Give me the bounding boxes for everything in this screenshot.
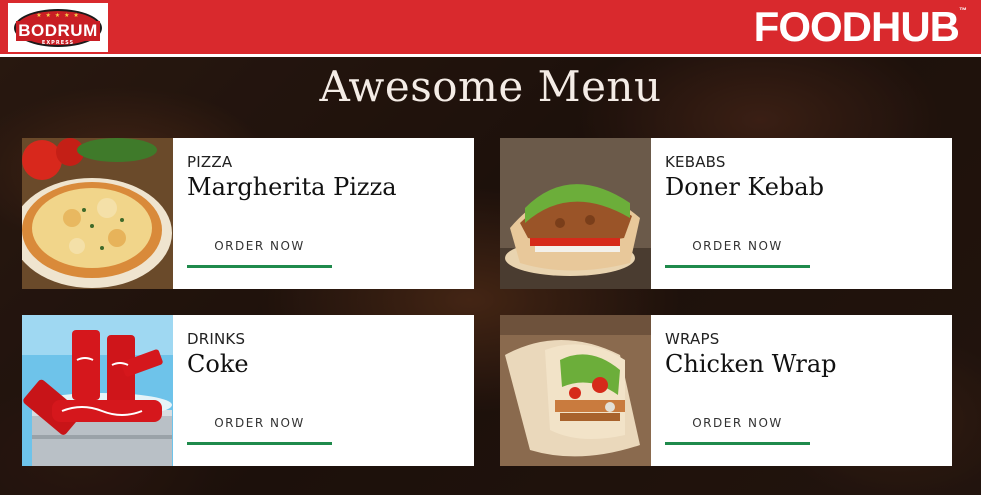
menu-card-pizza: PIZZA Margherita Pizza ORDER NOW <box>22 138 474 289</box>
card-item-name: Chicken Wrap <box>665 350 837 378</box>
card-category: KEBABS <box>665 153 726 171</box>
order-now-button[interactable]: ORDER NOW <box>187 411 332 445</box>
logo-brand-sub: EXPRESS <box>41 40 75 46</box>
logo-stars: ★ ★ ★ ★ ★ <box>36 12 80 19</box>
card-category: DRINKS <box>187 330 246 348</box>
card-category: PIZZA <box>187 153 233 171</box>
bodrum-logo[interactable]: ★ ★ ★ ★ ★ BODRUM EXPRESS <box>8 3 108 52</box>
coke-card-body: DRINKS Coke ORDER NOW <box>187 315 467 466</box>
menu-card-wrap: WRAPS Chicken Wrap ORDER NOW <box>500 315 952 466</box>
pizza-card-body: PIZZA Margherita Pizza ORDER NOW <box>187 138 467 289</box>
wrap-image[interactable] <box>500 315 651 466</box>
foodhub-wordmark: FOODHUB <box>753 3 960 50</box>
logo-brand-name: BODRUM <box>16 21 100 41</box>
menu-card-coke: DRINKS Coke ORDER NOW <box>22 315 474 466</box>
order-now-button[interactable]: ORDER NOW <box>665 234 810 268</box>
menu-card-kebab: KEBABS Doner Kebab ORDER NOW <box>500 138 952 289</box>
card-item-name: Doner Kebab <box>665 173 824 201</box>
site-header: ★ ★ ★ ★ ★ BODRUM EXPRESS FOODHUB™ <box>0 0 981 57</box>
trademark-symbol: ™ <box>959 6 967 15</box>
kebab-card-body: KEBABS Doner Kebab ORDER NOW <box>665 138 945 289</box>
coke-image[interactable] <box>22 315 173 466</box>
order-now-button[interactable]: ORDER NOW <box>665 411 810 445</box>
card-item-name: Coke <box>187 350 249 378</box>
card-category: WRAPS <box>665 330 720 348</box>
card-item-name: Margherita Pizza <box>187 173 397 201</box>
bodrum-logo-oval: ★ ★ ★ ★ ★ BODRUM EXPRESS <box>14 9 102 47</box>
order-now-button[interactable]: ORDER NOW <box>187 234 332 268</box>
pizza-image[interactable] <box>22 138 173 289</box>
wrap-card-body: WRAPS Chicken Wrap ORDER NOW <box>665 315 945 466</box>
foodhub-logo[interactable]: FOODHUB™ <box>754 4 967 50</box>
kebab-image[interactable] <box>500 138 651 289</box>
page-title: Awesome Menu <box>319 62 662 111</box>
